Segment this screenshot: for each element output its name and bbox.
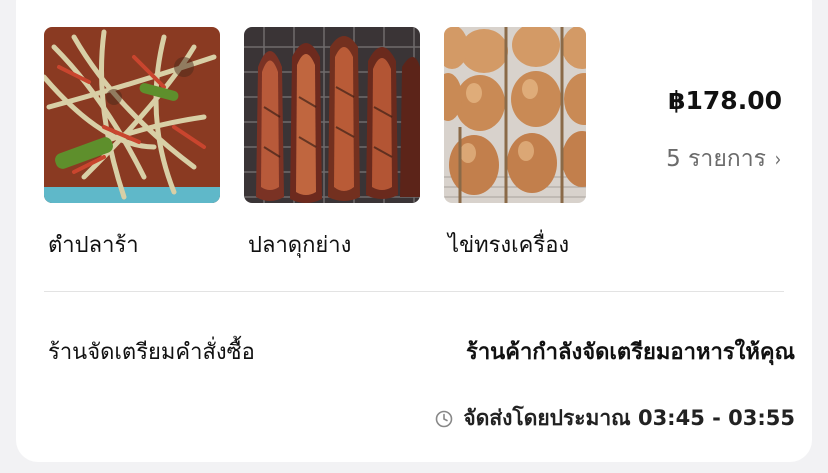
item-name: ไข่ทรงเครื่อง xyxy=(448,233,570,258)
clock-icon xyxy=(436,410,453,427)
order-total-price: ฿178.00 xyxy=(668,86,782,115)
order-item[interactable]: ปลาดุกย่าง xyxy=(244,27,420,258)
order-item[interactable]: ตำปลาร้า xyxy=(44,27,220,258)
papaya-salad-photo xyxy=(44,27,220,203)
chevron-right-icon: › xyxy=(774,147,782,171)
item-count-label: 5 รายการ xyxy=(666,146,766,172)
status-label: ร้านจัดเตรียมคำสั่งซื้อ xyxy=(48,340,255,365)
status-text: ร้านค้ากำลังจัดเตรียมอาหารให้คุณ xyxy=(466,340,795,365)
delivery-eta: จัดส่งโดยประมาณ 03:45 - 03:55 xyxy=(435,402,795,435)
item-count-link[interactable]: 5 รายการ › xyxy=(666,141,782,177)
divider xyxy=(44,291,784,292)
order-item[interactable]: ไข่ทรงเครื่อง xyxy=(444,27,586,258)
grilled-egg-skewer-photo xyxy=(444,27,586,203)
item-name: ตำปลาร้า xyxy=(48,233,139,258)
item-name: ปลาดุกย่าง xyxy=(248,233,352,258)
eta-text: จัดส่งโดยประมาณ 03:45 - 03:55 xyxy=(463,406,795,430)
grilled-catfish-photo xyxy=(244,27,420,203)
